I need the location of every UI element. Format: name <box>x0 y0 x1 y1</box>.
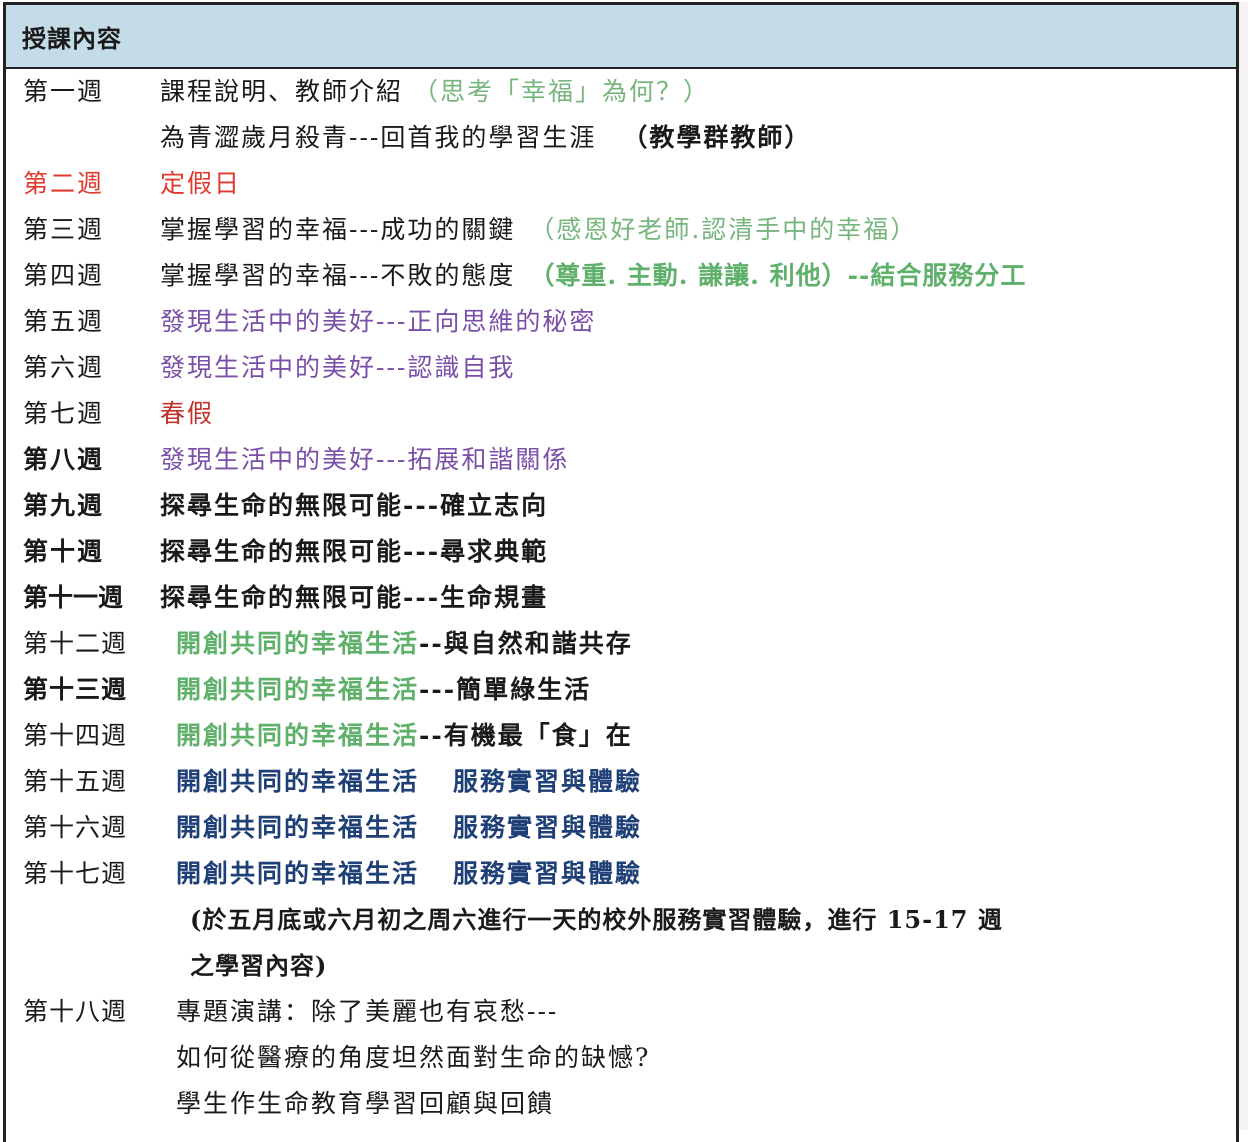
row-week-12: 第十二週 開創共同的幸福生活--與自然和諧共存 <box>6 624 1236 664</box>
week-label: 第七週 <box>23 399 105 428</box>
table-header: 授課內容 <box>6 5 1236 69</box>
row-week-1: 第一週 課程說明、教師介紹 （思考「幸福」為何？） <box>6 72 1236 112</box>
topic-cont: 學生作生命教育學習回顧與回饋 <box>176 1089 555 1118</box>
topic: 開創共同的幸福生活 <box>176 721 420 750</box>
row-content: 開創共同的幸福生活--有機最「食」在 <box>176 716 633 756</box>
week-label: 第八週 <box>23 445 105 474</box>
topic: 春假 <box>160 399 215 428</box>
row-week-18-cont: 如何從醫療的角度坦然面對生命的缺憾? <box>6 1038 1236 1078</box>
row-content: 開創共同的幸福生活--與自然和諧共存 <box>176 624 633 664</box>
row-week-15: 第十五週 開創共同的幸福生活 服務實習與體驗 <box>6 762 1236 802</box>
row-content: 掌握學習的幸福---不敗的態度 （尊重. 主動. 謙讓. 利他）--結合服務分工 <box>160 256 1026 296</box>
week-label: 第四週 <box>23 261 105 290</box>
topic: 開創共同的幸福生活 <box>176 675 420 704</box>
topic: 發現生活中的美好---正向思維的秘密 <box>160 307 597 336</box>
topic: 專題演講：除了美麗也有哀愁--- <box>176 997 559 1026</box>
row-content: 開創共同的幸福生活 服務實習與體驗 <box>176 808 642 848</box>
topic-note: ---簡單綠生活 <box>419 675 592 704</box>
row-week-8: 第八週 發現生活中的美好---拓展和諧關係 <box>6 440 1236 480</box>
page-edge <box>1239 2 1248 1130</box>
syllabus-table: 授課內容 第一週 課程說明、教師介紹 （思考「幸福」為何？） 為青澀歲月殺青---… <box>3 2 1239 1142</box>
topic-note: （教學群教師） <box>622 123 812 152</box>
row-week-18: 第十八週 專題演講：除了美麗也有哀愁--- <box>6 992 1236 1032</box>
row-week-1-cont: 為青澀歲月殺青---回首我的學習生涯 （教學群教師） <box>6 118 1236 158</box>
week-label: 第九週 <box>23 491 105 520</box>
week-label: 第十週 <box>23 537 105 566</box>
topic: 開創共同的幸福生活 <box>176 813 420 842</box>
topic-note: 服務實習與體驗 <box>453 767 643 796</box>
header-title: 授課內容 <box>22 24 122 53</box>
topic: 發現生活中的美好---認識自我 <box>160 353 516 382</box>
topic: 課程說明、教師介紹 <box>160 77 404 106</box>
row-week-13: 第十三週 開創共同的幸福生活---簡單綠生活 <box>6 670 1236 710</box>
row-content: 開創共同的幸福生活 服務實習與體驗 <box>176 762 642 802</box>
row-content: 開創共同的幸福生活---簡單綠生活 <box>176 670 591 710</box>
week-label: 第十二週 <box>23 629 128 658</box>
week-label: 第一週 <box>23 77 105 106</box>
week-label: 第十一週 <box>23 583 124 612</box>
week-label: 第十八週 <box>23 997 128 1026</box>
topic: 發現生活中的美好---拓展和諧關係 <box>160 445 570 474</box>
topic: 探尋生命的無限可能---尋求典範 <box>160 537 549 566</box>
row-note-1: (於五月底或六月初之周六進行一天的校外服務實習體驗，進行 15-17 週 <box>6 900 1236 940</box>
week-label: 第六週 <box>23 353 105 382</box>
topic-note: 服務實習與體驗 <box>453 813 643 842</box>
topic-note: （思考「幸福」為何？） <box>413 77 711 106</box>
topic: 定假日 <box>160 169 242 198</box>
row-content: 開創共同的幸福生活 服務實習與體驗 <box>176 854 642 894</box>
topic-cont: 如何從醫療的角度坦然面對生命的缺憾? <box>176 1043 651 1072</box>
row-week-4: 第四週 掌握學習的幸福---不敗的態度 （尊重. 主動. 謙讓. 利他）--結合服… <box>6 256 1236 296</box>
row-week-14: 第十四週 開創共同的幸福生活--有機最「食」在 <box>6 716 1236 756</box>
row-note-2: 之學習內容) <box>6 946 1236 986</box>
row-week-17: 第十七週 開創共同的幸福生活 服務實習與體驗 <box>6 854 1236 894</box>
topic: 探尋生命的無限可能---生命規畫 <box>160 583 549 612</box>
row-week-3: 第三週 掌握學習的幸福---成功的關鍵 （感恩好老師.認清手中的幸福） <box>6 210 1236 250</box>
service-note: (於五月底或六月初之周六進行一天的校外服務實習體驗，進行 15-17 週 <box>190 905 1003 934</box>
topic-note: --有機最「食」在 <box>419 721 633 750</box>
row-week-11: 第十一週 探尋生命的無限可能---生命規畫 <box>6 578 1236 618</box>
row-week-6: 第六週 發現生活中的美好---認識自我 <box>6 348 1236 388</box>
row-week-18-cont-2: 學生作生命教育學習回顧與回饋 <box>6 1084 1236 1124</box>
service-note-cont: 之學習內容) <box>190 951 328 980</box>
topic-note: （感恩好老師.認清手中的幸福） <box>529 215 918 244</box>
row-content: 課程說明、教師介紹 （思考「幸福」為何？） <box>160 72 710 112</box>
row-week-2: 第二週 定假日 <box>6 164 1236 204</box>
week-label: 第五週 <box>23 307 105 336</box>
week-label: 第十三週 <box>23 675 128 704</box>
topic-note: 服務實習與體驗 <box>453 859 643 888</box>
topic: 開創共同的幸福生活 <box>176 629 420 658</box>
week-label: 第二週 <box>23 169 105 198</box>
topic: 為青澀歲月殺青---回首我的學習生涯 <box>160 123 597 152</box>
week-label: 第十五週 <box>23 767 128 796</box>
row-week-10: 第十週 探尋生命的無限可能---尋求典範 <box>6 532 1236 572</box>
row-week-7: 第七週 春假 <box>6 394 1236 434</box>
row-week-9: 第九週 探尋生命的無限可能---確立志向 <box>6 486 1236 526</box>
topic-note: （尊重. 主動. 謙讓. 利他）--結合服務分工 <box>529 261 1027 290</box>
topic: 掌握學習的幸福---不敗的態度 <box>160 261 516 290</box>
week-label: 第十六週 <box>23 813 128 842</box>
week-label: 第十四週 <box>23 721 128 750</box>
row-content: 掌握學習的幸福---成功的關鍵 （感恩好老師.認清手中的幸福） <box>160 210 917 250</box>
topic: 掌握學習的幸福---成功的關鍵 <box>160 215 516 244</box>
topic: 開創共同的幸福生活 <box>176 767 420 796</box>
row-week-5: 第五週 發現生活中的美好---正向思維的秘密 <box>6 302 1236 342</box>
topic: 探尋生命的無限可能---確立志向 <box>160 491 549 520</box>
topic: 開創共同的幸福生活 <box>176 859 420 888</box>
week-label: 第三週 <box>23 215 105 244</box>
row-content: 為青澀歲月殺青---回首我的學習生涯 （教學群教師） <box>160 118 811 158</box>
row-week-16: 第十六週 開創共同的幸福生活 服務實習與體驗 <box>6 808 1236 848</box>
topic-note: --與自然和諧共存 <box>419 629 633 658</box>
week-label: 第十七週 <box>23 859 128 888</box>
